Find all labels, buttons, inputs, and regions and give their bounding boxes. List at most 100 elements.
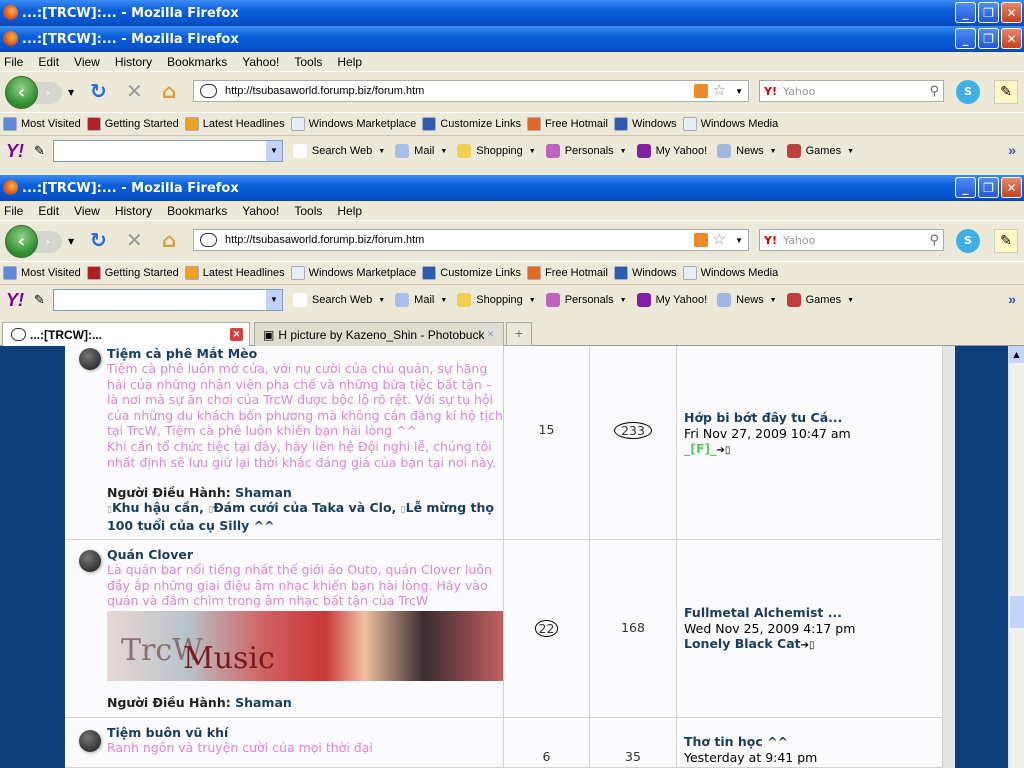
dropdown-arrow-icon[interactable]: ▼ (440, 297, 447, 304)
url-dropdown-icon[interactable]: ▼ (735, 236, 743, 245)
forum-title[interactable]: Tiệm cà phê Mắt Mèo (107, 346, 503, 361)
bookmark-item[interactable]: Most Visited (3, 117, 81, 131)
bookmark-item[interactable]: Free Hotmail (526, 117, 608, 131)
tab-photobucket[interactable]: ▣ H picture by Kazeno_Shin - Photobucket ✕ (254, 322, 504, 346)
pencil-icon[interactable]: ✎ (34, 143, 45, 159)
yahoo-toolbar-item[interactable]: Personals ▼ (545, 293, 627, 307)
bookmark-item[interactable]: Windows (613, 117, 677, 131)
history-dropdown-icon[interactable]: ▼ (68, 88, 74, 97)
yahoo-toolbar-item[interactable]: Personals ▼ (545, 144, 627, 158)
yahoo-toolbar-item[interactable]: Games ▼ (786, 144, 854, 158)
search-icon[interactable]: ⚲ (929, 84, 939, 99)
menu-yahoo[interactable]: Yahoo! (242, 55, 279, 69)
tab-trcw[interactable]: ...:[TRCW]:... ✕ (2, 322, 250, 346)
minimize-button[interactable]: _ (955, 177, 976, 198)
yahoo-logo[interactable]: Y! (6, 141, 24, 162)
yahoo-toolbar-item[interactable]: Search Web ▼ (292, 144, 385, 158)
yahoo-toolbar-item[interactable]: Mail ▼ (395, 144, 447, 158)
stop-icon[interactable]: ✕ (126, 228, 143, 252)
dropdown-arrow-icon[interactable]: ▼ (529, 297, 536, 304)
search-box[interactable]: Y! Yahoo ⚲ (759, 229, 944, 251)
yahoo-toolbar-item[interactable]: News ▼ (717, 144, 777, 158)
bookmark-item[interactable]: Customize Links (422, 266, 521, 280)
subforum-link[interactable]: Đám cưới của Taka và Clo (213, 500, 391, 515)
search-icon[interactable]: ⚲ (929, 233, 939, 248)
menu-tools[interactable]: Tools (294, 55, 322, 69)
menu-file[interactable]: File (4, 204, 23, 218)
minimize-button[interactable]: _ (955, 28, 976, 49)
last-post-title[interactable]: Thơ tin học ^^ (684, 734, 817, 750)
url-dropdown-icon[interactable]: ▼ (735, 87, 743, 96)
dropdown-arrow-icon[interactable]: ▼ (847, 148, 854, 155)
last-post-title[interactable]: Fullmetal Alchemist ... (684, 605, 855, 621)
restore-button[interactable]: ❐ (978, 177, 999, 198)
menu-yahoo[interactable]: Yahoo! (242, 204, 279, 218)
search-engine-icon[interactable]: Y! (764, 85, 777, 98)
bookmark-item[interactable]: Free Hotmail (526, 266, 608, 280)
bookmark-star-icon[interactable]: ☆ (713, 81, 726, 99)
chevron-down-icon[interactable]: ▼ (265, 141, 282, 161)
dropdown-arrow-icon[interactable]: ▼ (770, 148, 777, 155)
pencil-icon[interactable]: ✎ (34, 292, 45, 308)
view-latest-post-icon[interactable]: ➔▯ (716, 445, 730, 456)
skype-icon[interactable]: S (956, 80, 980, 104)
menu-file[interactable]: File (4, 55, 23, 69)
close-button[interactable]: ✕ (1001, 177, 1022, 198)
bookmark-item[interactable]: Getting Started (86, 117, 179, 131)
scroll-up-icon[interactable]: ▲ (1009, 346, 1024, 363)
yahoo-toolbar-item[interactable]: Shopping ▼ (457, 293, 536, 307)
stop-icon[interactable]: ✕ (126, 79, 143, 103)
bookmark-item[interactable]: Customize Links (422, 117, 521, 131)
yahoo-toolbar-item[interactable]: Mail ▼ (395, 293, 447, 307)
dropdown-arrow-icon[interactable]: ▼ (440, 148, 447, 155)
bookmark-item[interactable]: Windows Marketplace (290, 117, 416, 131)
yahoo-toolbar-item[interactable]: News ▼ (717, 293, 777, 307)
dropdown-arrow-icon[interactable]: ▼ (620, 148, 627, 155)
yahoo-toolbar-item[interactable]: Shopping ▼ (457, 144, 536, 158)
dropdown-arrow-icon[interactable]: ▼ (529, 148, 536, 155)
chevron-more-icon[interactable]: » (1008, 142, 1016, 158)
highlighter-icon[interactable]: ✎ (994, 80, 1018, 104)
home-icon[interactable]: ⌂ (162, 228, 176, 252)
moderator-link[interactable]: Shaman (235, 695, 292, 710)
new-tab-button[interactable]: + (506, 322, 532, 346)
window-title-bar[interactable]: ...:[TRCW]:... - Mozilla Firefox _ ❐ ✕ (0, 175, 1024, 201)
close-button[interactable]: ✕ (1001, 2, 1022, 23)
close-button[interactable]: ✕ (1001, 28, 1022, 49)
reload-icon[interactable]: ↻ (90, 228, 107, 252)
forward-button[interactable]: › (34, 82, 62, 104)
url-bar[interactable]: http://tsubasaworld.forump.biz/forum.htm… (193, 80, 749, 102)
yahoo-toolbar-item[interactable]: Games ▼ (786, 293, 854, 307)
forum-title[interactable]: Tiệm buôn vũ khí (107, 725, 503, 740)
window-title-bar[interactable]: ...:[TRCW]:... - Mozilla Firefox _ ❐ ✕ (0, 0, 1024, 26)
yahoo-toolbar-item[interactable]: Search Web ▼ (292, 293, 385, 307)
bookmark-item[interactable]: Windows Marketplace (290, 266, 416, 280)
highlighter-icon[interactable]: ✎ (994, 229, 1018, 253)
menu-help[interactable]: Help (337, 55, 362, 69)
dropdown-arrow-icon[interactable]: ▼ (770, 297, 777, 304)
rss-feed-icon[interactable] (694, 233, 708, 247)
window-title-bar[interactable]: ...:[TRCW]:... - Mozilla Firefox _ ❐ ✕ (0, 26, 1024, 52)
restore-button[interactable]: ❐ (978, 2, 999, 23)
menu-history[interactable]: History (115, 204, 152, 218)
menu-bookmarks[interactable]: Bookmarks (167, 204, 227, 218)
bookmark-item[interactable]: Latest Headlines (184, 266, 285, 280)
bookmark-item[interactable]: Windows Media (682, 266, 778, 280)
chevron-down-icon[interactable]: ▼ (265, 290, 282, 310)
yahoo-toolbar-item[interactable]: My Yahoo! (636, 293, 707, 307)
menu-edit[interactable]: Edit (38, 55, 59, 69)
url-bar[interactable]: http://tsubasaworld.forump.biz/forum.htm… (193, 229, 749, 251)
moderator-link[interactable]: Shaman (235, 485, 292, 500)
bookmark-item[interactable]: Windows (613, 266, 677, 280)
bookmark-item[interactable]: Windows Media (682, 117, 778, 131)
menu-help[interactable]: Help (337, 204, 362, 218)
menu-history[interactable]: History (115, 55, 152, 69)
dropdown-arrow-icon[interactable]: ▼ (847, 297, 854, 304)
dropdown-arrow-icon[interactable]: ▼ (378, 148, 385, 155)
dropdown-arrow-icon[interactable]: ▼ (378, 297, 385, 304)
rss-feed-icon[interactable] (694, 84, 708, 98)
menu-edit[interactable]: Edit (38, 204, 59, 218)
yahoo-toolbar-item[interactable]: My Yahoo! (636, 144, 707, 158)
close-tab-icon[interactable]: ✕ (484, 328, 497, 341)
chevron-more-icon[interactable]: » (1008, 291, 1016, 307)
